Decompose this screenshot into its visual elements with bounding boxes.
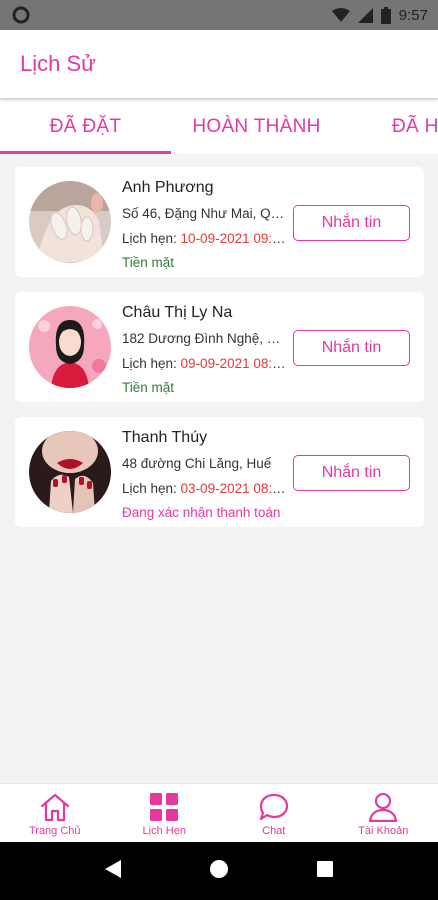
- customer-name: Thanh Thúy: [122, 429, 208, 446]
- appointment-line: Lịch hẹn: 10-09-2021 09:00: [122, 227, 287, 251]
- avatar: [29, 306, 111, 388]
- booking-card[interactable]: Anh Phương Số 46, Đặng Như Mai, Quận 2 L…: [15, 167, 424, 277]
- recents-icon[interactable]: [316, 860, 334, 883]
- home-circle-icon[interactable]: [209, 859, 229, 884]
- appointment-line: Lịch hẹn: 03-09-2021 08:00: [122, 477, 287, 501]
- avatar: [29, 431, 111, 513]
- battery-icon: [380, 6, 391, 24]
- appointment-label: Lịch hẹn:: [122, 356, 181, 371]
- payment-status: Tiền mặt: [122, 255, 175, 270]
- customer-address: Số 46, Đặng Như Mai, Quận 2: [122, 206, 287, 221]
- message-button[interactable]: Nhắn tin: [293, 455, 410, 491]
- customer-address: 48 đường Chi Lăng, Huế: [122, 456, 272, 471]
- appointment-date: 10-09-2021 09:00: [180, 231, 287, 246]
- nav-appointments[interactable]: Lịch Hẹn: [110, 784, 220, 842]
- booking-list: Anh Phương Số 46, Đặng Như Mai, Quận 2 L…: [15, 167, 424, 542]
- appointment-label: Lịch hẹn:: [122, 231, 181, 246]
- grid-icon: [149, 792, 179, 822]
- page-title: Lịch Sử: [20, 51, 96, 76]
- appointment-label: Lịch hẹn:: [122, 481, 181, 496]
- notification-dot-icon: [12, 5, 32, 25]
- status-time: 9:57: [398, 6, 428, 24]
- app-header: Lịch Sử: [0, 30, 438, 98]
- bottom-nav: Trang Chủ Lịch Hẹn Chat Tài Khoản: [0, 783, 438, 842]
- nav-account[interactable]: Tài Khoản: [329, 784, 438, 842]
- customer-name: Châu Thị Ly Na: [122, 304, 233, 321]
- user-icon: [368, 792, 398, 822]
- payment-status: Đang xác nhận thanh toán: [122, 505, 281, 520]
- nav-chat[interactable]: Chat: [219, 784, 329, 842]
- nav-home[interactable]: Trang Chủ: [0, 784, 110, 842]
- nav-appointments-label: Lịch Hẹn: [142, 825, 186, 837]
- signal-icon: [357, 7, 373, 23]
- back-icon[interactable]: [104, 859, 122, 884]
- tab-completed[interactable]: HOÀN THÀNH: [171, 100, 342, 154]
- chat-icon: [258, 792, 290, 822]
- tab-bar: ĐÃ ĐẶT HOÀN THÀNH ĐÃ HỦY: [0, 100, 438, 154]
- payment-status: Tiền mặt: [122, 380, 175, 395]
- booking-card[interactable]: Thanh Thúy 48 đường Chi Lăng, Huế Lịch h…: [15, 417, 424, 527]
- nav-account-label: Tài Khoản: [358, 825, 409, 837]
- booking-card[interactable]: Châu Thị Ly Na 182 Dương Đình Nghệ, Đà N…: [15, 292, 424, 402]
- customer-address: 182 Dương Đình Nghệ, Đà Nẵng: [122, 331, 287, 346]
- appointment-line: Lịch hẹn: 09-09-2021 08:30: [122, 352, 287, 376]
- status-bar: 9:57: [0, 0, 438, 30]
- message-button[interactable]: Nhắn tin: [293, 330, 410, 366]
- tab-cancelled[interactable]: ĐÃ HỦY: [342, 100, 438, 154]
- appointment-date: 09-09-2021 08:30: [180, 356, 287, 371]
- home-icon: [39, 792, 71, 822]
- appointment-date: 03-09-2021 08:00: [180, 481, 287, 496]
- customer-name: Anh Phương: [122, 179, 214, 196]
- wifi-icon: [331, 7, 350, 23]
- tab-booked[interactable]: ĐÃ ĐẶT: [0, 100, 171, 154]
- nav-home-label: Trang Chủ: [28, 825, 81, 837]
- system-nav-bar: [0, 842, 438, 900]
- nav-chat-label: Chat: [262, 825, 286, 837]
- avatar: [29, 181, 111, 263]
- message-button[interactable]: Nhắn tin: [293, 205, 410, 241]
